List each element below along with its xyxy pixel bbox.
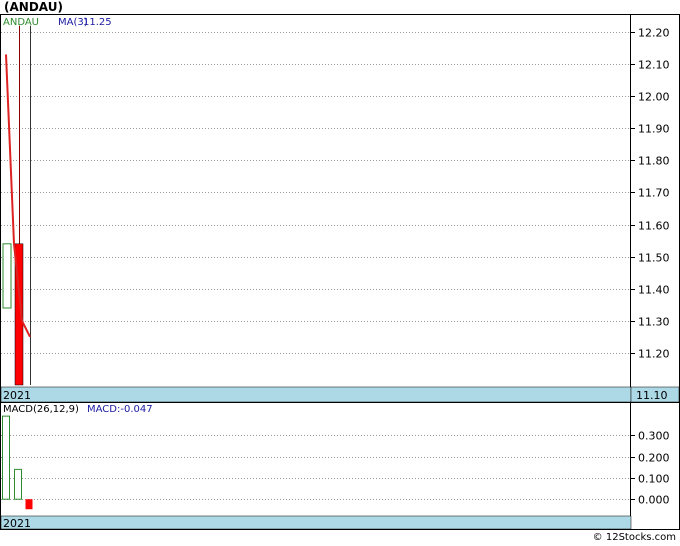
price-tick-label: 11.60: [638, 220, 670, 233]
price-tick-label: 12.20: [638, 27, 670, 40]
price-tick-label: 11.30: [638, 316, 670, 329]
macd-tick-label: 0.200: [638, 452, 670, 465]
macd-legend-label: MACD(26,12,9): [3, 404, 79, 415]
stock-chart: 12.20 12.10 12.00 11.90 11.80 11.70 11.60 11.50…: [0, 14, 680, 530]
price-last-tick-label: 11.10: [636, 389, 668, 402]
legend-ma-value: 11.25: [83, 17, 112, 28]
macd-bar-up: [2, 415, 10, 500]
macd-year-label: 2021: [3, 517, 31, 530]
macd-tick-label: 0.300: [638, 430, 670, 443]
macd-panel-frame: [0, 402, 680, 530]
macd-bar-down: [25, 499, 33, 510]
price-tick-label: 12.00: [638, 91, 670, 104]
candle-body-up: [2, 243, 12, 309]
price-tick-label: 11.50: [638, 252, 670, 265]
macd-bar-up: [14, 468, 22, 500]
price-tick-label: 11.90: [638, 123, 670, 136]
price-tick-label: 11.80: [638, 155, 670, 168]
price-xaxis-band: [0, 386, 632, 403]
macd-xaxis-band: [0, 515, 632, 530]
price-tick-label: 11.40: [638, 284, 670, 297]
price-tick-label: 11.20: [638, 348, 670, 361]
price-tick-label: 12.10: [638, 59, 670, 72]
price-year-label: 2021: [3, 389, 31, 402]
price-tick-label: 11.70: [638, 187, 670, 200]
legend-ticker: ANDAU: [3, 17, 39, 28]
price-panel-frame: [0, 14, 680, 403]
copyright-notice: © 12Stocks.com: [592, 532, 676, 543]
macd-tick-label: 0.000: [638, 494, 670, 507]
macd-tick-label: 0.100: [638, 473, 670, 486]
macd-legend-value: MACD:-0.047: [87, 404, 153, 415]
